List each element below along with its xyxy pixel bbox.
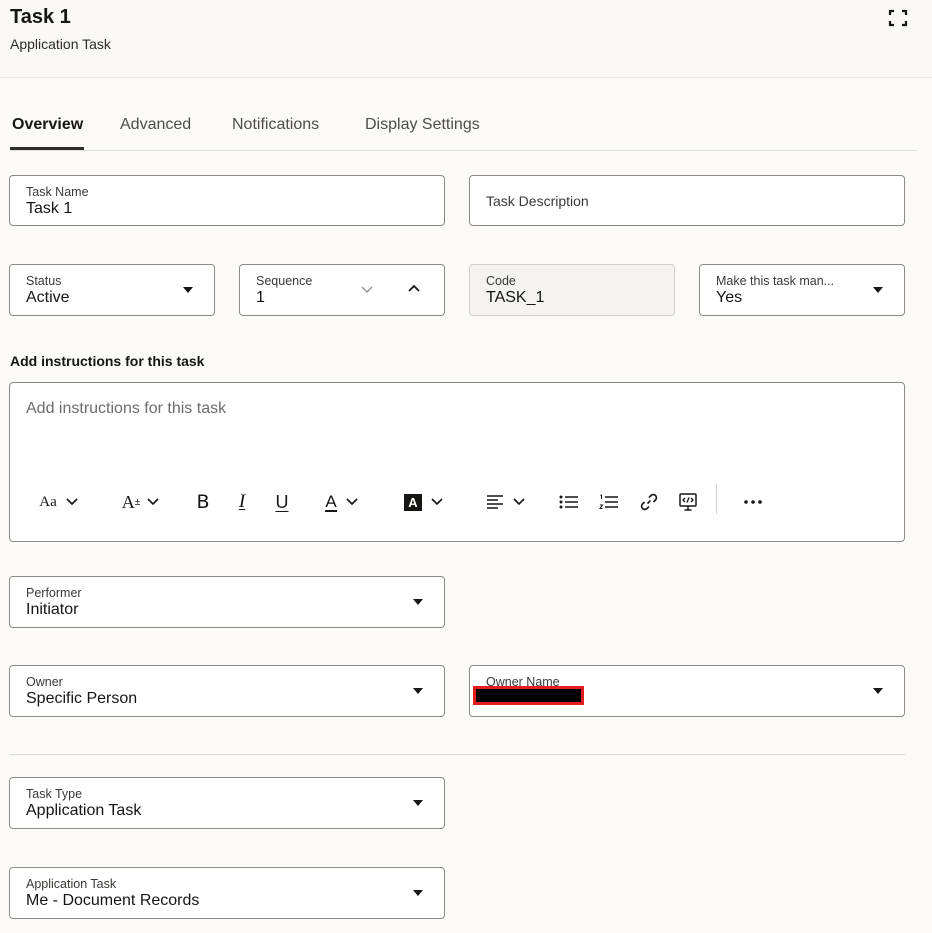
tab-advanced[interactable]: Advanced [120,116,191,134]
tab-bar: Overview Advanced Notifications Display … [10,104,917,151]
status-select[interactable]: Status Active [9,264,215,316]
italic-icon[interactable]: I [231,491,253,513]
performer-select[interactable]: Performer Initiator [9,576,445,628]
application-task-value: Me - Document Records [26,892,200,909]
sequence-value: 1 [256,289,265,306]
redacted-owner-name [473,686,584,705]
code-label: Code [486,274,516,288]
task-description-field[interactable]: Task Description [469,175,905,226]
status-label: Status [26,274,62,288]
embed-media-icon[interactable] [677,491,699,513]
active-tab-indicator [10,147,84,150]
task-name-label: Task Name [26,185,89,199]
application-task-label: Application Task [26,877,117,891]
caret-down-icon [183,287,193,293]
more-icon[interactable] [742,491,764,513]
owner-value: Specific Person [26,690,138,707]
expand-icon[interactable] [888,9,908,27]
status-value: Active [26,289,70,306]
task-type-select[interactable]: Task Type Application Task [9,777,445,829]
font-color-icon[interactable]: A [318,491,366,513]
owner-label: Owner [26,675,63,689]
sequence-stepper[interactable]: Sequence 1 [239,264,445,316]
link-icon[interactable] [638,491,660,513]
font-family-icon[interactable]: Aa [35,491,83,513]
performer-label: Performer [26,586,82,600]
page-title: Task 1 [10,6,71,28]
tab-display-settings[interactable]: Display Settings [365,116,480,134]
caret-down-icon [413,599,423,605]
task-type-value: Application Task [26,802,142,819]
caret-down-icon [413,890,423,896]
application-task-select[interactable]: Application Task Me - Document Records [9,867,445,919]
chevron-up-icon[interactable] [406,281,422,297]
instructions-placeholder: Add instructions for this task [26,400,227,417]
code-value: TASK_1 [486,289,545,306]
numbered-list-icon[interactable] [598,491,620,513]
task-type-label: Task Type [26,787,83,801]
caret-down-icon [413,688,423,694]
code-field: Code TASK_1 [469,264,675,316]
task-name-field[interactable]: Task Name Task 1 [9,175,445,226]
toolbar-divider [716,484,717,514]
instructions-editor[interactable]: Add instructions for this task Aa A ± B I… [9,382,905,542]
highlight-color-icon[interactable]: A [400,491,448,513]
tab-overview[interactable]: Overview [12,116,83,134]
mandatory-value: Yes [716,289,743,306]
page-subtitle: Application Task [10,36,111,52]
page-header: Task 1 Application Task [0,0,932,78]
mandatory-select[interactable]: Make this task man... Yes [699,264,905,316]
task-name-value: Task 1 [26,200,73,217]
performer-value: Initiator [26,601,79,618]
font-size-icon[interactable]: A ± [117,491,165,513]
owner-select[interactable]: Owner Specific Person [9,665,445,717]
instructions-section-label: Add instructions for this task [10,353,205,369]
task-description-placeholder: Task Description [486,193,589,209]
caret-down-icon [873,688,883,694]
caret-down-icon [873,287,883,293]
bullet-list-icon[interactable] [558,491,580,513]
mandatory-label: Make this task man... [716,274,835,288]
tab-notifications[interactable]: Notifications [232,116,319,134]
sequence-label: Sequence [256,274,313,288]
bold-icon[interactable]: B [192,491,214,513]
align-icon[interactable] [482,491,530,513]
chevron-down-icon[interactable] [359,281,375,297]
underline-icon[interactable]: U [271,491,293,513]
caret-down-icon [413,800,423,806]
section-divider [9,754,905,755]
